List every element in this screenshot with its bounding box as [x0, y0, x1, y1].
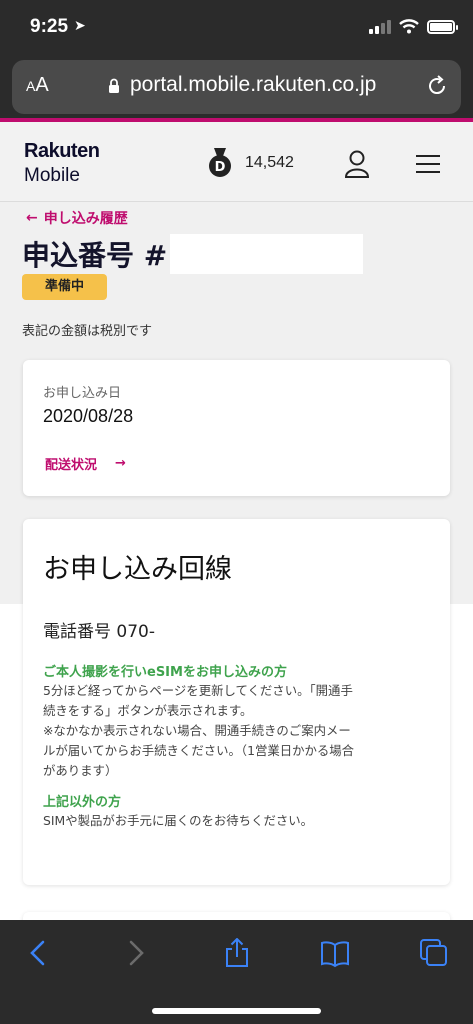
site-header: Rakuten Mobile D 14,542	[0, 122, 473, 202]
shipping-status-link[interactable]: 配送状況 →	[45, 454, 126, 473]
lock-icon	[109, 78, 119, 93]
order-date-value: 2020/08/28	[43, 406, 134, 426]
svg-text:D: D	[215, 160, 226, 175]
hamburger-menu-icon[interactable]	[416, 154, 440, 174]
line-card-heading: お申し込み回線	[43, 554, 232, 585]
browser-toolbar	[0, 920, 473, 1024]
wifi-icon	[399, 19, 419, 34]
next-card	[23, 912, 450, 920]
status-icons	[369, 19, 458, 34]
url-text[interactable]: portal.mobile.rakuten.co.jp	[130, 73, 376, 97]
order-date-card: お申し込み日 2020/08/28 配送状況 →	[23, 360, 450, 496]
user-account-icon[interactable]	[344, 150, 370, 178]
page-title: 申込番号 #	[22, 239, 168, 272]
status-bar: 9:25 ➤	[0, 0, 473, 56]
other-heading: 上記以外の方	[43, 795, 122, 810]
points-medal-icon[interactable]: D	[208, 148, 232, 178]
back-icon[interactable]	[24, 938, 54, 968]
phone-number-label: 電話番号 070-	[43, 622, 155, 642]
forward-icon[interactable]	[120, 938, 150, 968]
status-time: 9:25	[30, 16, 69, 37]
share-icon[interactable]	[222, 938, 252, 968]
back-to-history-link[interactable]: ← 申し込み履歴	[26, 208, 128, 228]
points-value[interactable]: 14,542	[245, 154, 294, 172]
redacted-order-number	[170, 234, 363, 274]
battery-icon	[427, 19, 458, 34]
arrow-right-icon: →	[115, 456, 126, 471]
reader-options-button[interactable]: AA	[26, 74, 49, 97]
esim-instructions: 5分ほど経ってからページを更新してください。「開通手 続きをする」ボタンが表示さ…	[43, 683, 355, 778]
other-instructions: SIMや製品がお手元に届くのをお待ちください。	[43, 813, 314, 828]
arrow-left-icon: ←	[26, 210, 38, 226]
home-indicator	[152, 1008, 321, 1014]
bookmarks-icon[interactable]	[320, 938, 350, 968]
reload-icon[interactable]	[425, 74, 449, 98]
order-line-card: お申し込み回線 電話番号 070- ご本人撮影を行いeSIMをお申し込みの方 5…	[23, 519, 450, 885]
browser-address-area: AA portal.mobile.rakuten.co.jp	[0, 56, 473, 118]
status-badge: 準備中	[22, 274, 107, 300]
rakuten-mobile-logo[interactable]: Rakuten Mobile	[24, 140, 100, 187]
address-bar[interactable]: AA portal.mobile.rakuten.co.jp	[12, 60, 461, 114]
location-arrow-icon: ➤	[74, 18, 86, 34]
web-page: Rakuten Mobile D 14,542 ← 申し込み履歴 申込番号 # …	[0, 122, 473, 920]
cellular-signal-icon	[369, 19, 391, 34]
order-date-label: お申し込み日	[43, 386, 122, 401]
tabs-icon[interactable]	[419, 938, 449, 968]
esim-heading: ご本人撮影を行いeSIMをお申し込みの方	[43, 665, 287, 680]
tax-note: 表記の金額は税別です	[22, 324, 153, 339]
